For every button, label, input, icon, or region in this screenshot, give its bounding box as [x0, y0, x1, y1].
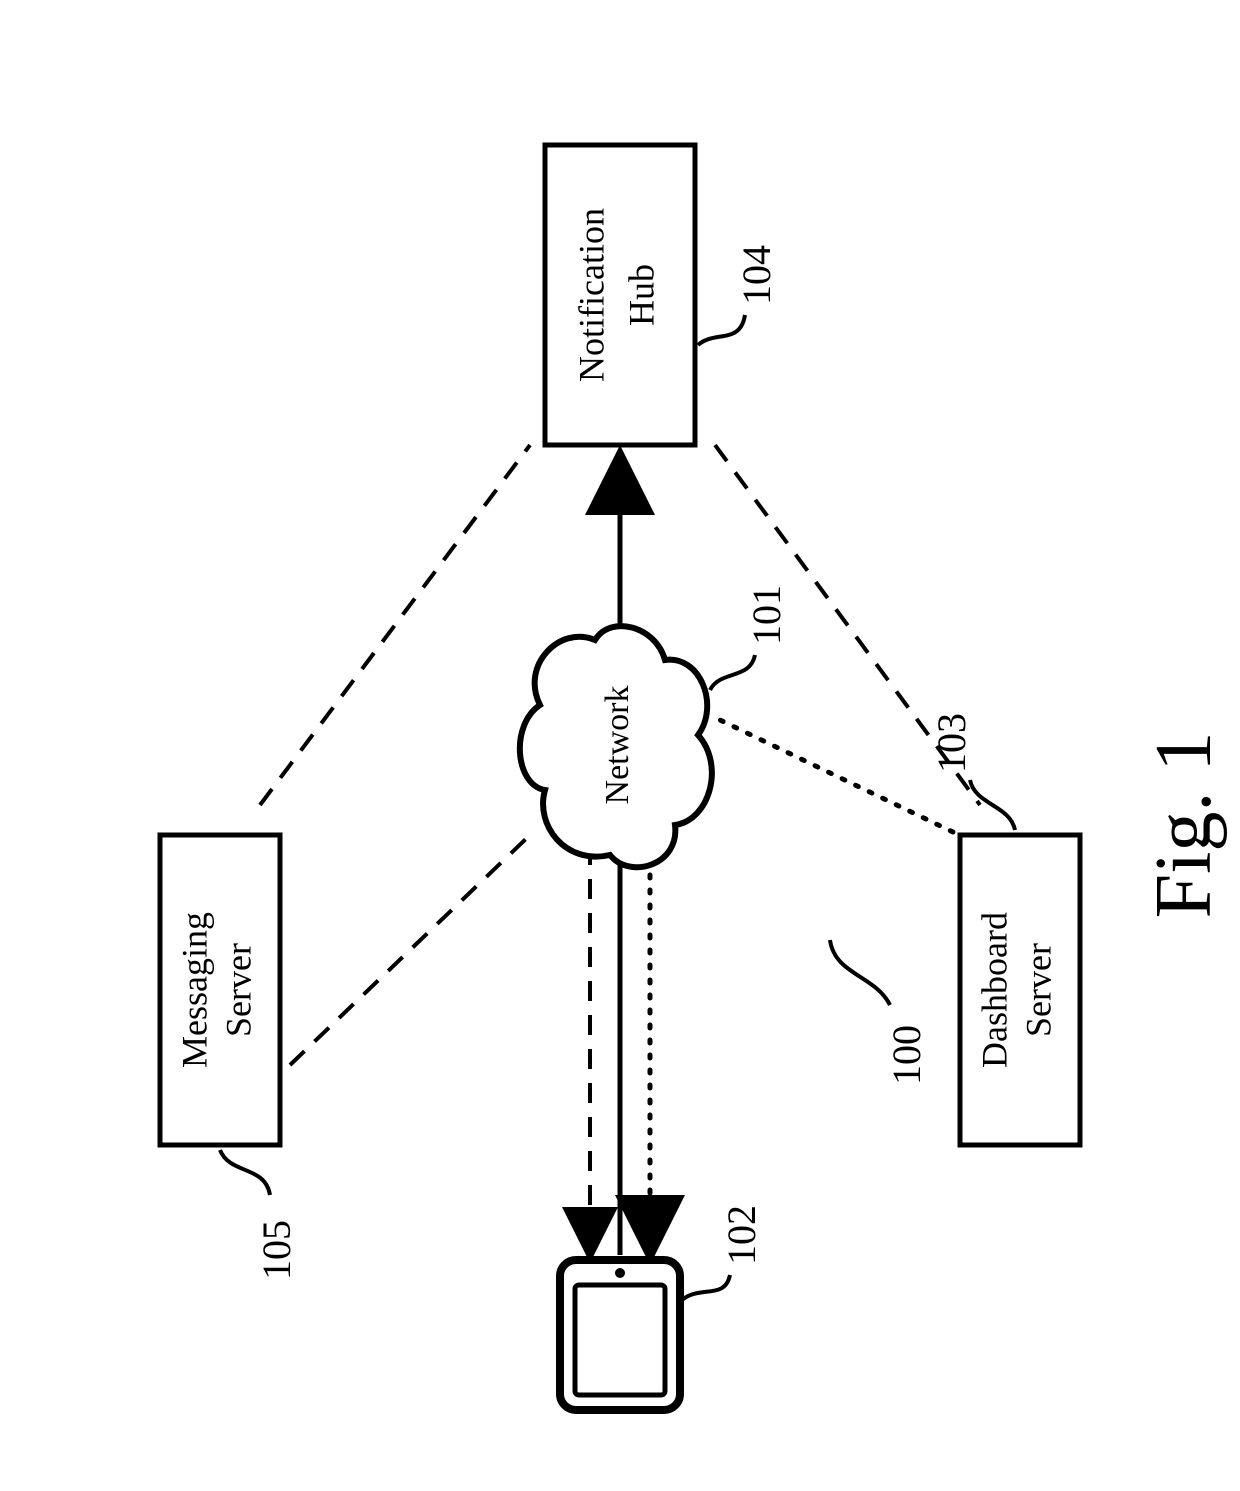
- link-messaging-notification: [260, 445, 530, 805]
- dashboard-server-label2: Server: [1018, 943, 1058, 1037]
- ref-103: 103: [929, 713, 974, 773]
- leader-101: [710, 655, 755, 690]
- leader-100: [830, 940, 890, 1005]
- figure-caption: Fig. 1: [1140, 732, 1228, 919]
- messaging-server-label1: Messaging: [174, 912, 214, 1068]
- leader-104: [698, 315, 745, 345]
- ref-101: 101: [744, 585, 789, 645]
- network-cloud: Network: [520, 626, 712, 867]
- device-tablet: [560, 1260, 680, 1410]
- messaging-server-box: Messaging Server: [160, 835, 280, 1145]
- ref-100: 100: [884, 1025, 929, 1085]
- network-label: Network: [599, 686, 636, 805]
- leader-102: [682, 1275, 730, 1300]
- diagram-svg: Network 101 102 Messaging Server 105 Not…: [0, 0, 1240, 1491]
- ref-105: 105: [254, 1220, 299, 1280]
- dashboard-server-box: Dashboard Server: [960, 835, 1080, 1145]
- messaging-server-label2: Server: [218, 943, 258, 1037]
- notification-hub-label2: Hub: [621, 264, 661, 326]
- leader-105: [220, 1150, 270, 1195]
- ref-102: 102: [719, 1205, 764, 1265]
- notification-hub-box: Notification Hub: [545, 145, 695, 445]
- ref-104: 104: [734, 245, 779, 305]
- dashboard-server-label1: Dashboard: [974, 912, 1014, 1068]
- link-messaging-network: [290, 835, 530, 1065]
- notification-hub-label1: Notification: [571, 208, 611, 382]
- leader-103: [970, 780, 1015, 830]
